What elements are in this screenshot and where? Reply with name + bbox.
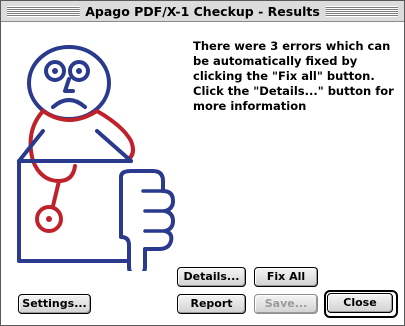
fix-all-button[interactable]: Fix All (254, 267, 318, 287)
close-button-default-ring: Close (324, 290, 398, 318)
details-button[interactable]: Details... (177, 267, 246, 287)
stethoscope-lower (51, 179, 61, 208)
results-message: There were 3 errors which can be automat… (193, 39, 394, 113)
body-outline (17, 159, 133, 263)
report-button[interactable]: Report (177, 294, 246, 314)
frown-mouth (51, 98, 87, 109)
right-pupil (76, 68, 82, 74)
thumbs-down-hand (119, 169, 175, 271)
doctor-thumbs-down-icon (17, 45, 175, 271)
title-bar[interactable]: Apago PDF/X-1 Checkup - Results (1, 1, 404, 22)
window-title: Apago PDF/X-1 Checkup - Results (79, 3, 326, 20)
settings-button[interactable]: Settings... (18, 294, 91, 314)
save-button[interactable]: Save... (254, 294, 318, 314)
stethoscope-chestpiece-center (46, 216, 52, 222)
left-pupil (52, 68, 58, 74)
nose (63, 77, 75, 93)
close-button[interactable]: Close (327, 293, 393, 313)
body-collar (17, 129, 133, 163)
results-dialog: Apago PDF/X-1 Checkup - Results There we… (0, 0, 405, 326)
